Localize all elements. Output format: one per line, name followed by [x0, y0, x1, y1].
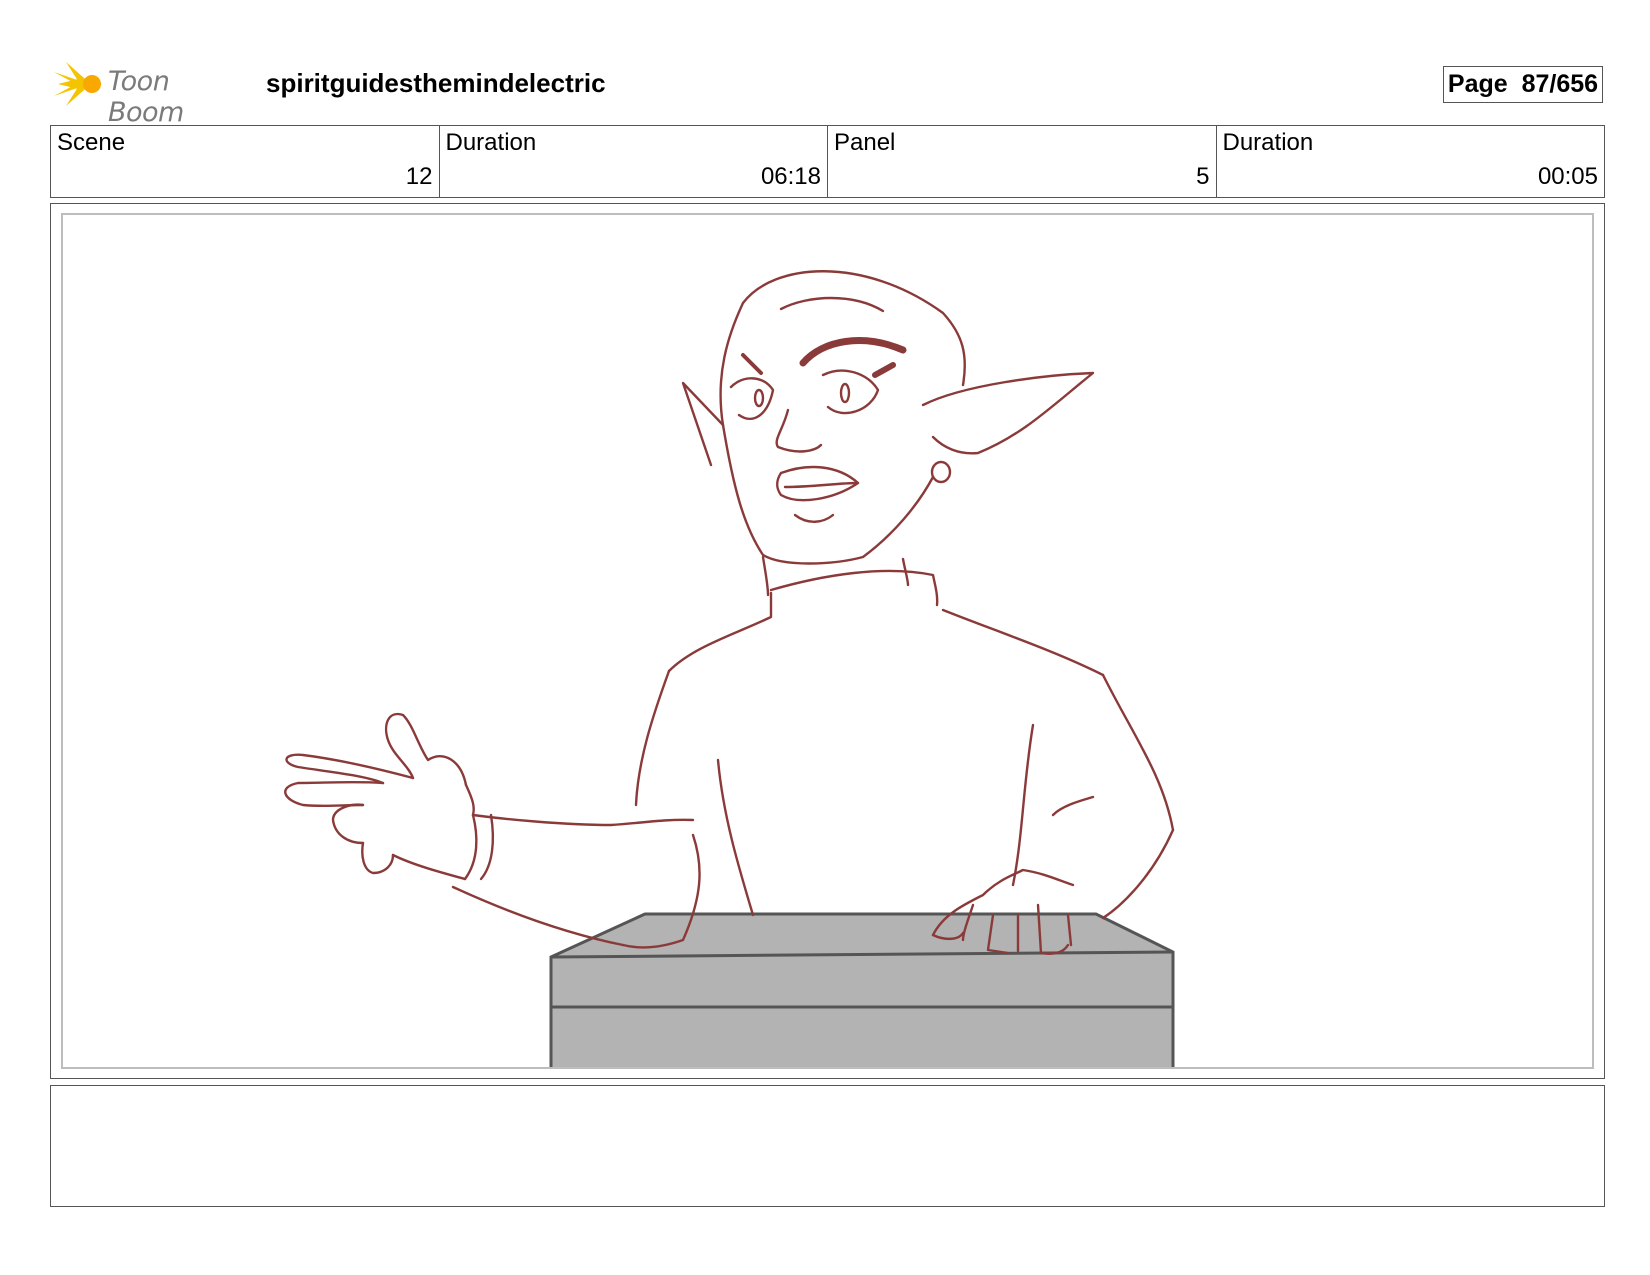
- panel-duration-label: Duration: [1222, 129, 1314, 156]
- page-number: 87/656: [1521, 70, 1599, 98]
- panel-image: [61, 213, 1594, 1069]
- burst-icon: [54, 62, 102, 106]
- scene-value: 12: [405, 163, 433, 190]
- panel-notes: [50, 1085, 1605, 1207]
- scene-info-table: Scene 12 Duration 06:18 Panel 5 Duration…: [50, 125, 1605, 198]
- desk-box: [549, 912, 1175, 1067]
- scene-cell: Scene 12: [51, 126, 440, 197]
- panel-label: Panel: [834, 129, 896, 156]
- page-label: Page: [1447, 70, 1508, 98]
- logo-text: Toon Boom: [108, 66, 184, 128]
- toon-boom-logo: Toon Boom: [52, 56, 252, 128]
- storyboard-panel: [50, 203, 1605, 1079]
- character-lines: [284, 270, 1175, 955]
- scene-duration-value: 06:18: [760, 163, 821, 190]
- scene-duration-label: Duration: [445, 129, 537, 156]
- project-title: spiritguidesthemindelectric: [266, 68, 606, 98]
- panel-duration-cell: Duration 00:05: [1217, 126, 1605, 197]
- panel-cell: Panel 5: [828, 126, 1217, 197]
- panel-value: 5: [1196, 163, 1210, 190]
- scene-duration-cell: Duration 06:18: [440, 126, 828, 197]
- scene-label: Scene: [57, 129, 126, 156]
- panel-duration-value: 00:05: [1537, 163, 1598, 190]
- page-indicator: Page 87/656: [1443, 66, 1603, 103]
- character-sketch: [284, 270, 1175, 1067]
